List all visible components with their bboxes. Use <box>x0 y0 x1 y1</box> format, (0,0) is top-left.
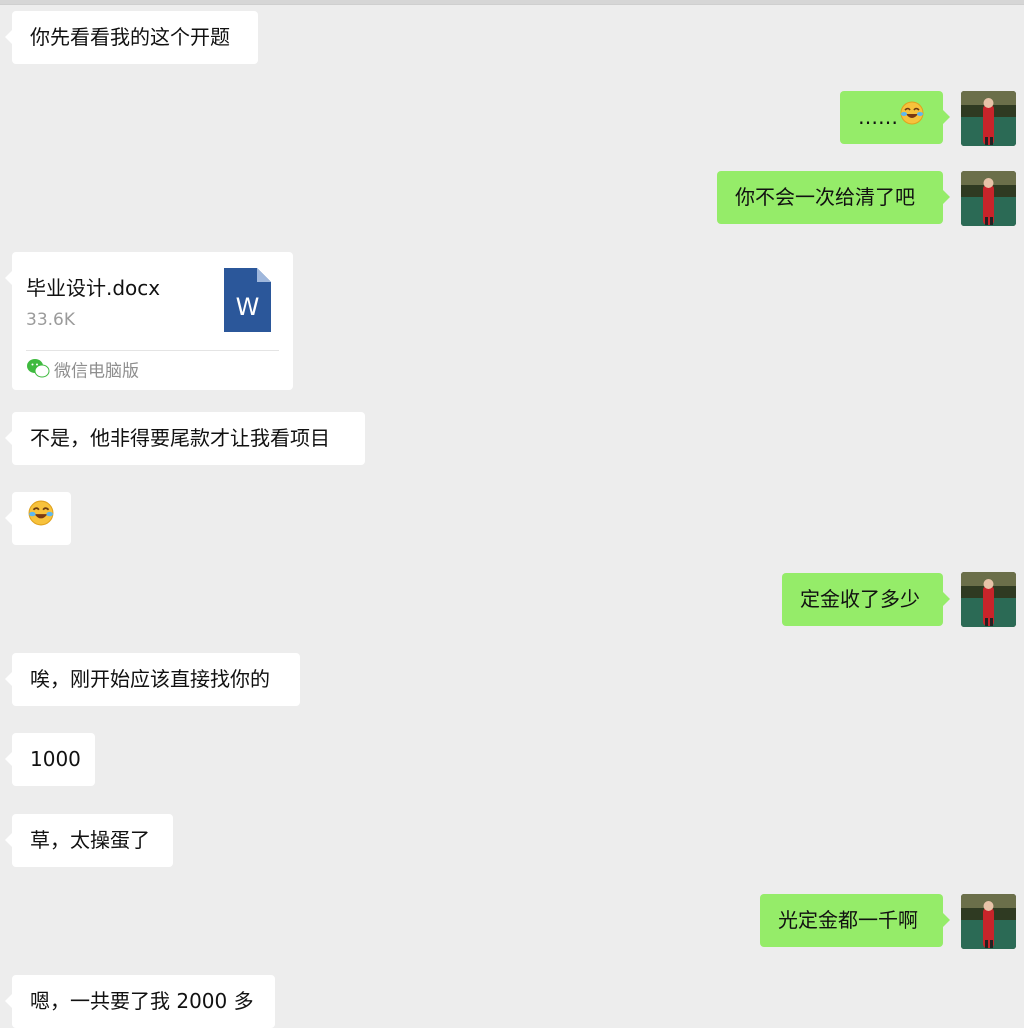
message-text: 光定金都一千啊 <box>778 908 918 932</box>
message-bubble[interactable]: 你先看看我的这个开题 <box>5 11 258 64</box>
chat-message-list[interactable]: 你先看看我的这个开题 …… 你不会一次给清了吧 毕业设计.docx 33.6K … <box>0 0 1024 1028</box>
message-text: …… <box>858 105 898 129</box>
file-attachment-card[interactable]: 毕业设计.docx 33.6K W 微信电脑版 <box>5 252 293 390</box>
file-size: 33.6K <box>26 310 75 330</box>
message-bubble[interactable]: 唉，刚开始应该直接找你的 <box>5 653 300 706</box>
message-bubble[interactable] <box>5 492 71 546</box>
message-text: 嗯，一共要了我 2000 多 <box>30 989 254 1013</box>
message-bubble[interactable]: 定金收了多少 <box>782 573 950 626</box>
my-avatar[interactable] <box>961 572 1016 627</box>
laughing-crying-emoji-icon <box>900 92 924 145</box>
word-doc-icon: W <box>224 268 271 336</box>
message-text: 定金收了多少 <box>800 587 920 611</box>
message-bubble[interactable]: 不是，他非得要尾款才让我看项目 <box>5 412 365 465</box>
message-bubble[interactable]: 1000 <box>5 733 95 786</box>
file-divider <box>26 350 279 351</box>
file-source: 微信电脑版 <box>26 358 139 382</box>
laughing-crying-emoji-icon <box>28 493 54 546</box>
message-bubble[interactable]: 草，太操蛋了 <box>5 814 173 867</box>
file-source-text: 微信电脑版 <box>54 361 139 382</box>
message-text: 唉，刚开始应该直接找你的 <box>30 667 270 691</box>
message-text: 你先看看我的这个开题 <box>30 25 230 49</box>
file-name: 毕业设计.docx <box>26 276 161 300</box>
my-avatar[interactable] <box>961 91 1016 146</box>
message-bubble[interactable]: 嗯，一共要了我 2000 多 <box>5 975 275 1028</box>
my-avatar[interactable] <box>961 171 1016 226</box>
message-text: 你不会一次给清了吧 <box>735 185 915 209</box>
message-bubble[interactable]: …… <box>840 91 950 145</box>
message-text: 草，太操蛋了 <box>30 828 150 852</box>
message-bubble[interactable]: 光定金都一千啊 <box>760 894 950 947</box>
message-text: 不是，他非得要尾款才让我看项目 <box>30 426 330 450</box>
svg-text:W: W <box>236 293 260 321</box>
my-avatar[interactable] <box>961 894 1016 949</box>
message-bubble[interactable]: 你不会一次给清了吧 <box>717 171 950 224</box>
message-text: 1000 <box>30 747 81 771</box>
wechat-icon <box>26 358 50 385</box>
